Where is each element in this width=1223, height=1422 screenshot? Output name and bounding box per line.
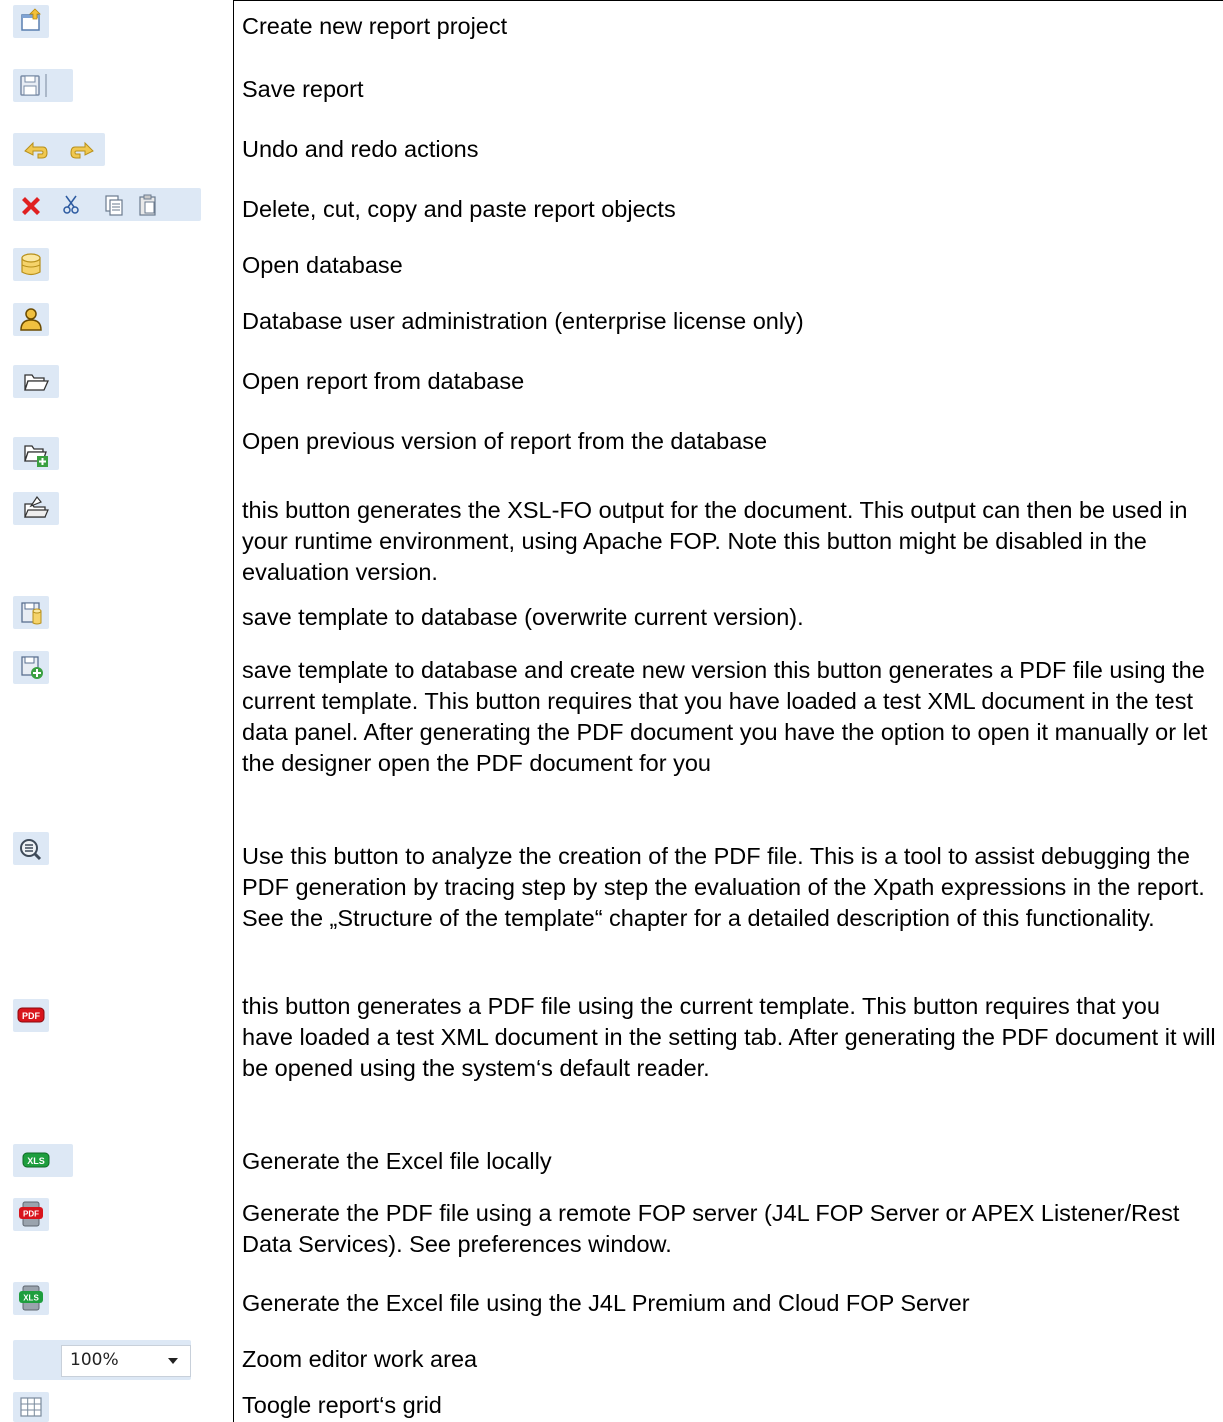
zoom-value: 100% [70,1350,119,1370]
icon-cell: XLS [0,1136,233,1188]
icon-cell [0,120,233,182]
icon-cell [0,182,233,240]
icon-cell [0,590,233,645]
table-row: XLS Generate the Excel file locally [0,1136,1223,1188]
xls-icon: XLS [13,1144,73,1177]
icon-cell: XLS [0,1276,233,1334]
row-description: Toogle report‘s grid [242,1392,442,1418]
zoom-select-field[interactable]: 100% [61,1345,191,1377]
table-row: save template to database (overwrite cur… [0,590,1223,645]
open-previous-version-icon [13,437,59,470]
row-description: Delete, cut, copy and paste report objec… [242,196,676,222]
save-new-version-icon [13,651,49,684]
xslfo-export-icon [13,492,59,525]
undo-redo-icons [13,133,105,166]
row-description: Database user administration (enterprise… [242,308,804,334]
remote-pdf-icon: PDF [13,1198,49,1231]
svg-text:XLS: XLS [27,1156,45,1166]
icon-cell: 100% [0,1334,233,1390]
table-row: save template to database and create new… [0,645,1223,829]
row-description: Open report from database [242,368,525,394]
grid-icon [13,1392,49,1422]
row-description: Undo and redo actions [242,136,479,162]
icon-cell: PDF [0,981,233,1136]
row-description: Open previous version of report from the… [242,428,768,454]
row-description: this button generates the XSL-FO output … [242,497,1188,585]
table-row: Database user administration (enterprise… [0,296,1223,352]
table-row: 100% Zoom editor work area [0,1334,1223,1390]
svg-text:PDF: PDF [23,1210,39,1219]
toolbar-reference-table: Create new report project Save report Un… [0,0,1223,1422]
save-icon [13,69,73,102]
row-description: Generate the Excel file using the J4L Pr… [242,1290,970,1316]
row-description: save template to database (overwrite cur… [242,604,804,630]
table-row: XLS Generate the Excel file using the J4… [0,1276,1223,1334]
table-row: Delete, cut, copy and paste report objec… [0,182,1223,240]
row-description: Open database [242,252,403,278]
table-row: PDF this button generates a PDF file usi… [0,981,1223,1136]
chevron-down-icon[interactable] [168,1358,178,1364]
svg-text:PDF: PDF [22,1011,41,1021]
icon-cell [0,296,233,352]
table-row: Open database [0,240,1223,296]
icon-cell [0,0,233,60]
new-project-icon [13,5,49,38]
row-description: Use this button to analyze the creation … [242,843,1205,931]
remote-xls-icon: XLS [13,1282,49,1315]
row-description: Generate the Excel file locally [242,1148,552,1174]
table-row: Open report from database [0,352,1223,410]
icon-cell [0,410,233,480]
icon-cell [0,480,233,590]
table-row: PDF Generate the PDF file using a remote… [0,1188,1223,1276]
table-row: Undo and redo actions [0,120,1223,182]
row-description: this button generates a PDF file using t… [242,993,1216,1081]
table-row: Open previous version of report from the… [0,410,1223,480]
table-row: Use this button to analyze the creation … [0,829,1223,981]
delete-cut-copy-paste-icons [13,188,201,221]
user-admin-icon [13,303,49,336]
icon-cell [0,352,233,410]
table-row: Save report [0,60,1223,120]
analyze-icon [13,832,49,865]
svg-text:XLS: XLS [23,1294,39,1303]
row-description: Save report [242,76,364,102]
pdf-icon: PDF [13,999,49,1032]
table-row: this button generates the XSL-FO output … [0,480,1223,590]
table-row: Create new report project [0,0,1223,60]
save-to-database-icon [13,596,49,629]
row-description: Generate the PDF file using a remote FOP… [242,1200,1180,1257]
icon-cell [0,645,233,829]
zoom-select[interactable]: 100% [13,1340,191,1380]
open-folder-icon [13,365,59,398]
icon-cell [0,240,233,296]
icon-cell [0,60,233,120]
database-icon [13,248,49,281]
icon-cell [0,829,233,981]
row-description: Create new report project [242,13,508,39]
icon-cell: PDF [0,1188,233,1276]
icon-cell [0,1390,233,1422]
row-description: save template to database and create new… [242,657,1208,776]
table-row: Toogle report‘s grid [0,1390,1223,1422]
row-description: Zoom editor work area [242,1346,478,1372]
